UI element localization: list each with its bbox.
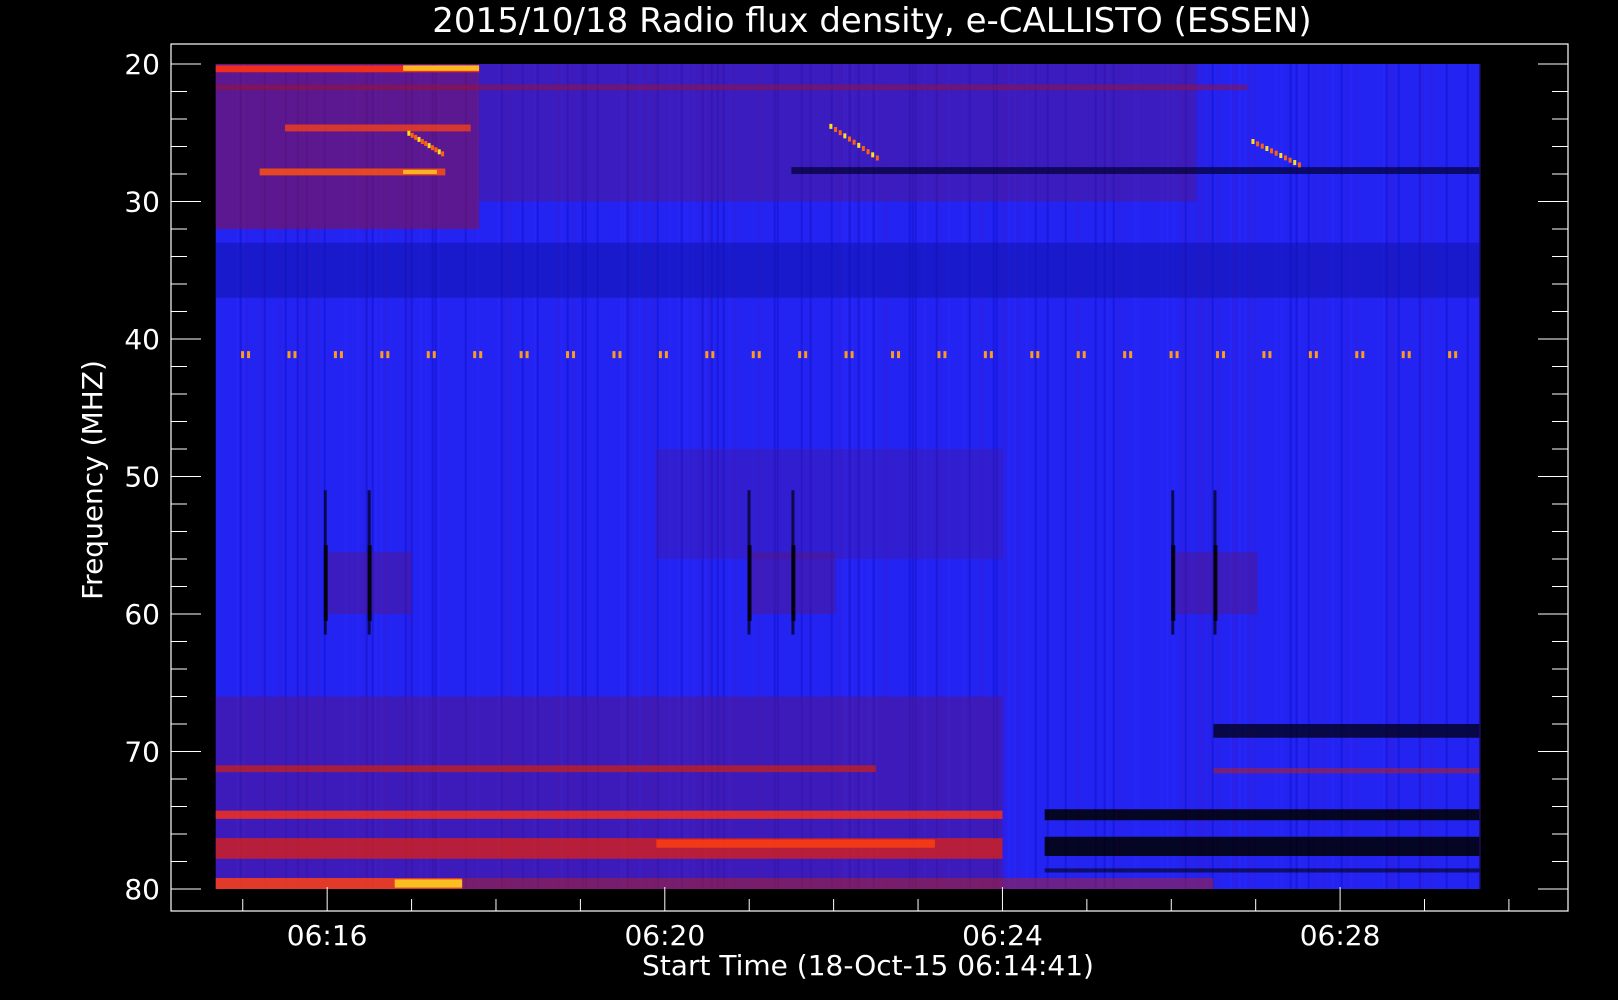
dark-band-35mhz xyxy=(215,242,1480,298)
y-tick-label: 60 xyxy=(124,598,160,631)
dark-band-77 xyxy=(1044,836,1480,856)
y-tick-label: 80 xyxy=(124,873,160,906)
x-axis-label: Start Time (18-Oct-15 06:14:41) xyxy=(642,949,1094,982)
y-tick-label: 20 xyxy=(124,48,160,81)
y-axis-label: Frequency (MHZ) xyxy=(76,360,109,600)
dark-band-28 xyxy=(791,167,1480,174)
spectrogram-chart: 2015/10/18 Radio flux density, e-CALLIST… xyxy=(0,0,1618,1000)
chart-title: 2015/10/18 Radio flux density, e-CALLIST… xyxy=(432,1,1311,41)
spectrogram-heatmap xyxy=(215,64,1481,889)
y-tick-label: 40 xyxy=(124,323,160,356)
dark-band-68 xyxy=(1213,724,1480,738)
dark-band-78 xyxy=(1044,868,1480,873)
x-tick-label: 06:24 xyxy=(962,919,1043,952)
rfi-region-center xyxy=(656,449,1003,559)
x-tick-label: 06:16 xyxy=(287,919,368,952)
x-tick-label: 06:20 xyxy=(624,919,705,952)
y-tick-label: 30 xyxy=(124,186,160,219)
dark-band-74 xyxy=(1044,809,1480,821)
y-tick-label: 70 xyxy=(124,736,160,769)
y-tick-label: 50 xyxy=(124,461,160,494)
rfi-region-lower-left xyxy=(215,696,1003,889)
x-tick-label: 06:28 xyxy=(1300,919,1381,952)
